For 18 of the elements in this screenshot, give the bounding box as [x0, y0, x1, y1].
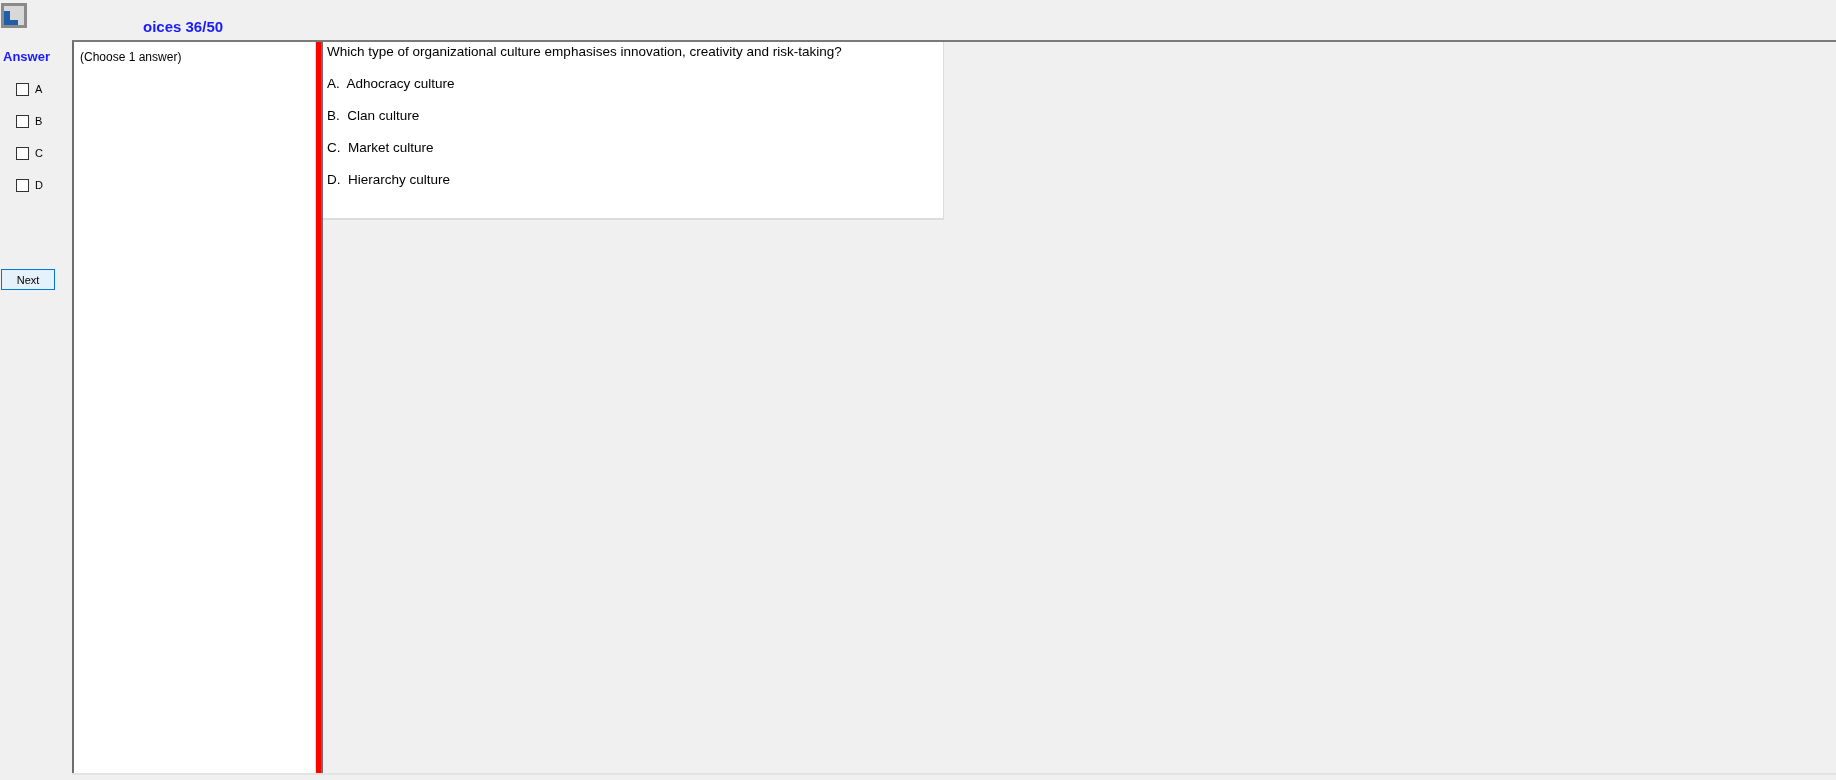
answer-option-label: C: [35, 147, 43, 159]
window-title: oices 36/50: [143, 18, 224, 35]
choice-text: B. Clan culture: [327, 108, 421, 124]
answer-option-label: A: [35, 83, 43, 95]
next-button[interactable]: Next: [1, 269, 55, 290]
question-text: Which type of organizational culture emphasises innovation, creativity and risk-taking?: [327, 44, 843, 60]
instruction-text: (Choose 1 answer): [80, 50, 182, 64]
answer-heading: Answer: [3, 49, 50, 65]
choice-text: D. Hierarchy culture: [327, 172, 452, 188]
answer-checkbox[interactable]: [16, 146, 29, 160]
answer-checkbox[interactable]: [16, 114, 29, 128]
answer-checkbox[interactable]: [16, 82, 29, 96]
app-icon: [1, 3, 27, 28]
answer-option-label: B: [35, 115, 43, 127]
choice-text: C. Market culture: [327, 140, 435, 156]
answer-option-label: D: [35, 179, 43, 191]
answer-checkbox[interactable]: [16, 178, 29, 192]
choice-text: A. Adhocracy culture: [327, 76, 456, 92]
